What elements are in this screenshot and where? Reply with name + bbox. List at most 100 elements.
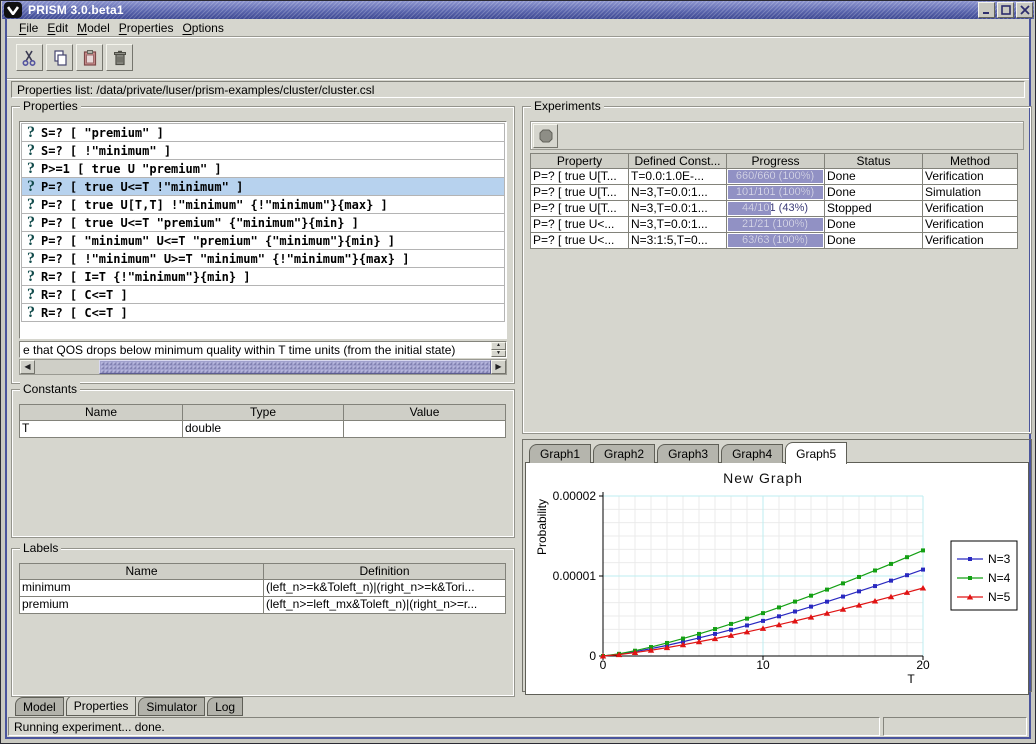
tab-graph3[interactable]: Graph3 xyxy=(657,444,719,463)
table-cell[interactable]: P=? [ true U<... xyxy=(530,233,628,249)
experiment-row[interactable]: P=? [ true U<...N=3:1:5,T=0...63/63 (100… xyxy=(530,233,1024,249)
question-icon: ? xyxy=(24,160,38,177)
graph-content[interactable]: 00.000010.0000201020ProbabilityTNew Grap… xyxy=(525,462,1029,695)
maximize-button[interactable] xyxy=(997,2,1014,18)
table-cell[interactable]: T xyxy=(19,421,182,438)
table-cell[interactable]: Verification xyxy=(922,217,1018,233)
table-cell[interactable]: P=? [ true U[T... xyxy=(530,185,628,201)
column-header[interactable]: Value xyxy=(343,404,506,421)
table-cell[interactable]: N=3:1:5,T=0... xyxy=(628,233,726,249)
table-cell[interactable]: N=3,T=0.0:1... xyxy=(628,201,726,217)
table-row[interactable]: minimum(left_n>=k&Toleft_n)|(right_n>=k&… xyxy=(19,580,507,597)
property-item[interactable]: ?P=? [ "minimum" U<=T "premium" {"minimu… xyxy=(21,231,505,250)
tab-graph5[interactable]: Graph5 xyxy=(785,442,847,464)
delete-button[interactable] xyxy=(106,44,133,71)
column-header[interactable]: Name xyxy=(19,404,182,421)
tab-simulator[interactable]: Simulator xyxy=(138,697,205,716)
table-cell[interactable]: P=? [ true U[T... xyxy=(530,169,628,185)
scroll-right-icon[interactable]: ▶ xyxy=(491,360,506,374)
experiment-row[interactable]: P=? [ true U<...N=3,T=0.0:1...21/21 (100… xyxy=(530,217,1024,233)
menu-model[interactable]: Model xyxy=(77,21,110,35)
spinner-down-icon[interactable]: ▼ xyxy=(491,350,506,358)
property-item[interactable]: ?R=? [ C<=T ] xyxy=(21,303,505,322)
scroll-left-icon[interactable]: ◀ xyxy=(20,360,35,374)
property-item[interactable]: ?P=? [ true U<=T "premium" {"minimum"}{m… xyxy=(21,213,505,232)
table-row[interactable]: premium(left_n>=left_mx&Toleft_n)|(right… xyxy=(19,597,507,614)
menu-file[interactable]: File xyxy=(19,21,38,35)
experiment-row[interactable]: P=? [ true U[T...T=0.0:1.0E-...660/660 (… xyxy=(530,169,1024,185)
tab-model[interactable]: Model xyxy=(15,697,64,716)
property-item[interactable]: ?P>=1 [ true U "premium" ] xyxy=(21,159,505,178)
table-cell[interactable]: P=? [ true U[T... xyxy=(530,201,628,217)
paste-button[interactable] xyxy=(76,44,103,71)
property-item[interactable]: ?S=? [ !"minimum" ] xyxy=(21,141,505,160)
spinner-up-icon[interactable]: ▲ xyxy=(491,342,506,350)
tab-graph4[interactable]: Graph4 xyxy=(721,444,783,463)
menu-properties[interactable]: Properties xyxy=(119,21,174,35)
menu-options[interactable]: Options xyxy=(182,21,223,35)
table-cell[interactable]: N=3,T=0.0:1... xyxy=(628,185,726,201)
property-item[interactable]: ?S=? [ "premium" ] xyxy=(21,123,505,142)
property-item[interactable]: ?R=? [ C<=T ] xyxy=(21,285,505,304)
column-header[interactable]: Status xyxy=(824,153,922,169)
labels-groupbox: Labels NameDefinitionminimum(left_n>=k&T… xyxy=(11,548,515,697)
table-cell[interactable]: Done xyxy=(824,185,922,201)
properties-list: ?S=? [ "premium" ]?S=? [ !"minimum" ]?P>… xyxy=(19,121,507,339)
window-icon[interactable] xyxy=(4,2,22,18)
property-item[interactable]: ?P=? [ !"minimum" U>=T "minimum" {!"mini… xyxy=(21,249,505,268)
column-header[interactable]: Type xyxy=(182,404,343,421)
toolbar xyxy=(7,37,1029,79)
table-cell[interactable]: Verification xyxy=(922,201,1018,217)
table-cell[interactable]: double xyxy=(182,421,343,438)
table-cell[interactable] xyxy=(343,421,506,438)
table-cell[interactable]: Done xyxy=(824,217,922,233)
close-button[interactable] xyxy=(1016,2,1033,18)
table-cell[interactable]: (left_n>=left_mx&Toleft_n)|(right_n>=r..… xyxy=(263,597,506,614)
table-row[interactable]: Tdouble xyxy=(19,421,507,438)
table-cell[interactable]: minimum xyxy=(19,580,263,597)
table-cell[interactable]: Simulation xyxy=(922,185,1018,201)
property-item[interactable]: ?P=? [ true U<=T !"minimum" ] xyxy=(21,177,505,196)
table-cell[interactable]: (left_n>=k&Toleft_n)|(right_n>=k&Tori... xyxy=(263,580,506,597)
stop-experiment-button[interactable] xyxy=(533,124,558,148)
properties-groupbox: Properties ?S=? [ "premium" ]?S=? [ !"mi… xyxy=(11,106,515,384)
question-icon: ? xyxy=(24,214,38,231)
cut-button[interactable] xyxy=(16,44,43,71)
column-header[interactable]: Progress xyxy=(726,153,824,169)
property-item[interactable]: ?P=? [ true U[T,T] !"minimum" {!"minimum… xyxy=(21,195,505,214)
property-item[interactable]: ?R=? [ I=T {!"minimum"}{min} ] xyxy=(21,267,505,286)
tab-log[interactable]: Log xyxy=(207,697,243,716)
title-bar[interactable]: PRISM 3.0.beta1 xyxy=(2,1,1034,19)
experiment-row[interactable]: P=? [ true U[T...N=3,T=0.0:1...101/101 (… xyxy=(530,185,1024,201)
column-header[interactable]: Property xyxy=(530,153,628,169)
legend-entry: N=4 xyxy=(988,571,1011,585)
column-header[interactable]: Defined Const... xyxy=(628,153,726,169)
x-tick-label: 0 xyxy=(600,658,607,672)
table-cell[interactable]: P=? [ true U<... xyxy=(530,217,628,233)
table-cell[interactable]: Done xyxy=(824,169,922,185)
column-header[interactable]: Name xyxy=(19,563,263,580)
experiment-row[interactable]: P=? [ true U[T...N=3,T=0.0:1...44/101 (4… xyxy=(530,201,1024,217)
minimize-button[interactable] xyxy=(978,2,995,18)
scrollbar-thumb[interactable] xyxy=(99,360,491,374)
table-cell[interactable]: Verification xyxy=(922,169,1018,185)
table-cell[interactable]: Verification xyxy=(922,233,1018,249)
x-tick-label: 20 xyxy=(916,658,930,672)
table-cell[interactable]: Done xyxy=(824,233,922,249)
table-cell[interactable]: N=3,T=0.0:1... xyxy=(628,217,726,233)
tab-graph2[interactable]: Graph2 xyxy=(593,444,655,463)
property-text: P=? [ !"minimum" U>=T "minimum" {!"minim… xyxy=(41,252,409,266)
menu-edit[interactable]: Edit xyxy=(47,21,68,35)
tab-properties[interactable]: Properties xyxy=(66,695,137,716)
table-cell[interactable]: T=0.0:1.0E-... xyxy=(628,169,726,185)
property-description[interactable]: e that QOS drops below minimum quality w… xyxy=(19,341,507,358)
table-cell[interactable]: premium xyxy=(19,597,263,614)
column-header[interactable]: Definition xyxy=(263,563,506,580)
copy-button[interactable] xyxy=(46,44,73,71)
experiments-toolbar xyxy=(530,121,1024,150)
scrollbar-track[interactable] xyxy=(35,360,491,374)
table-cell[interactable]: Stopped xyxy=(824,201,922,217)
column-header[interactable]: Method xyxy=(922,153,1018,169)
property-text: P=? [ "minimum" U<=T "premium" {"minimum… xyxy=(41,234,395,248)
tab-graph1[interactable]: Graph1 xyxy=(529,444,591,463)
